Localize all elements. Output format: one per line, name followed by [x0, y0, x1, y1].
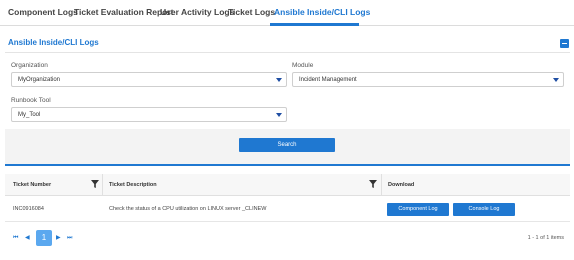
pager-info: 1 - 1 of 1 items — [527, 235, 564, 241]
prev-page-icon[interactable]: ◀ — [25, 234, 30, 242]
panel-divider — [5, 52, 570, 53]
table-row: INC0916084 Check the status of a CPU uti… — [5, 197, 570, 222]
last-page-icon[interactable]: ⏭ — [67, 234, 72, 242]
filter-icon[interactable] — [91, 180, 99, 188]
column-header-ticket-description[interactable]: Ticket Description — [109, 182, 157, 188]
runbook-tool-label: Runbook Tool — [11, 97, 51, 104]
tab-ansible-cli-logs[interactable]: Ansible Inside/CLI Logs — [274, 7, 370, 17]
console-log-button[interactable]: Console Log — [453, 203, 515, 216]
runbook-tool-select-value: My_Tool — [18, 112, 41, 118]
chevron-down-icon — [276, 78, 282, 82]
column-header-ticket-number[interactable]: Ticket Number — [13, 182, 51, 188]
grid-header: Ticket Number Ticket Description Downloa… — [5, 174, 570, 196]
chevron-down-icon — [553, 78, 559, 82]
collapse-icon[interactable] — [560, 39, 569, 48]
module-select[interactable]: Incident Management — [292, 72, 564, 87]
tab-ticket-logs[interactable]: Ticket Logs — [228, 7, 275, 17]
cell-ticket-description: Check the status of a CPU utilization on… — [109, 206, 267, 212]
tab-user-activity-logs[interactable]: User Activity Logs — [160, 7, 234, 17]
component-log-button[interactable]: Component Log — [387, 203, 449, 216]
module-select-value: Incident Management — [299, 77, 357, 83]
cell-ticket-number: INC0916084 — [13, 206, 44, 212]
section-divider — [5, 164, 570, 166]
search-area: Search — [5, 129, 570, 166]
column-separator — [102, 174, 103, 196]
active-tab-indicator — [270, 23, 359, 26]
chevron-down-icon — [276, 113, 282, 117]
organization-select-value: MyOrganization — [18, 77, 61, 83]
organization-select[interactable]: MyOrganization — [11, 72, 287, 87]
panel-title: Ansible Inside/CLI Logs — [8, 38, 99, 47]
organization-label: Organization — [11, 62, 48, 69]
column-separator — [381, 174, 382, 196]
tab-ticket-evaluation-report[interactable]: Ticket Evaluation Report — [74, 7, 174, 17]
column-header-download: Download — [388, 182, 415, 188]
next-page-icon[interactable]: ▶ — [56, 234, 61, 242]
tab-bar: Component Logs Ticket Evaluation Report … — [0, 0, 574, 26]
tab-component-logs[interactable]: Component Logs — [8, 7, 78, 17]
pager: ⏮ ◀ 1 ▶ ⏭ 1 - 1 of 1 items — [5, 228, 570, 248]
module-label: Module — [292, 62, 314, 69]
first-page-icon[interactable]: ⏮ — [13, 234, 18, 242]
filter-icon[interactable] — [369, 180, 377, 188]
search-button[interactable]: Search — [239, 138, 335, 152]
current-page-button[interactable]: 1 — [36, 230, 52, 246]
runbook-tool-select[interactable]: My_Tool — [11, 107, 287, 122]
